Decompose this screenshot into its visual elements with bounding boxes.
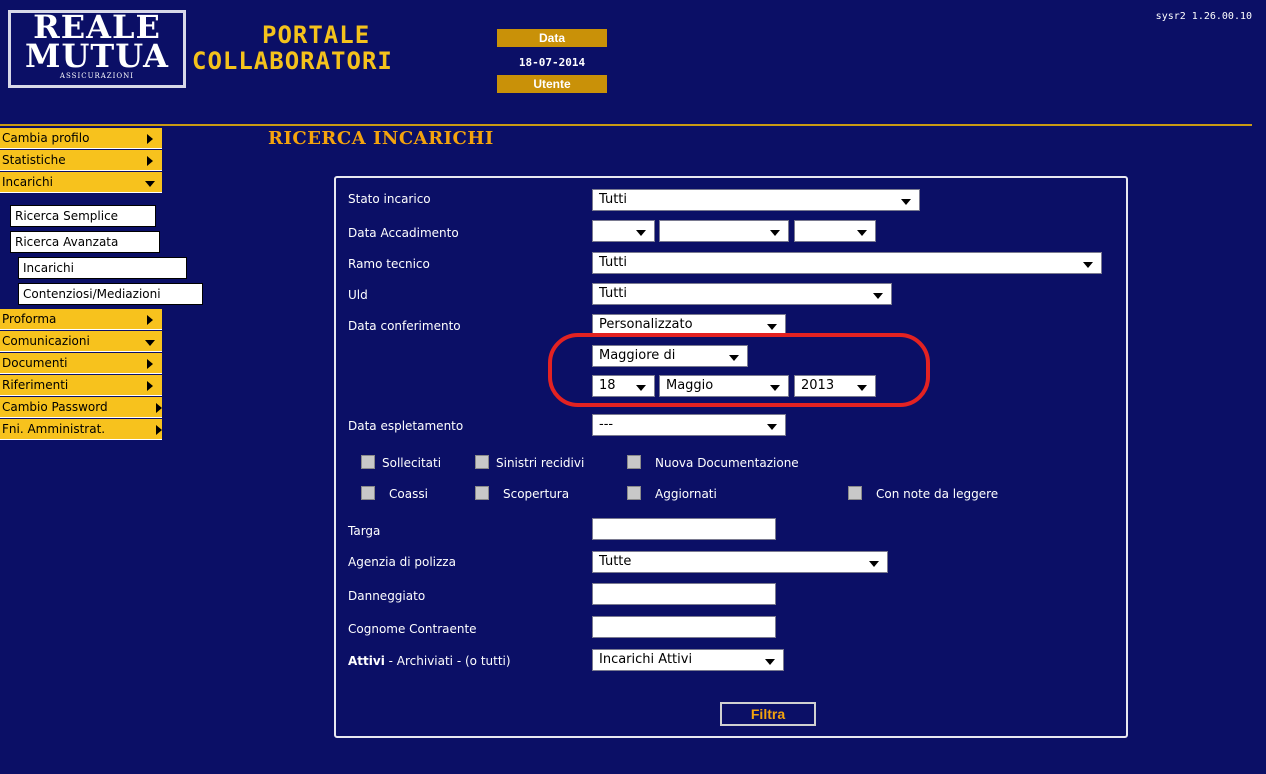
stato-incarico-select[interactable]: Tutti (592, 189, 920, 211)
chevron-down-icon (857, 385, 867, 391)
data-accadimento-label: Data Accadimento (348, 226, 459, 240)
arrow-down-icon (145, 181, 155, 187)
cognome-contraente-input[interactable] (592, 616, 776, 638)
agenzia-polizza-label: Agenzia di polizza (348, 555, 456, 569)
ramo-tecnico-label: Ramo tecnico (348, 257, 430, 271)
chevron-down-icon (729, 355, 739, 361)
menu-fni-amministrat[interactable]: Fni. Amministrat. (0, 419, 162, 440)
uld-select[interactable]: Tutti (592, 283, 892, 305)
data-conferimento-operator-select[interactable]: Maggiore di (592, 345, 748, 367)
coassi-label: Coassi (389, 487, 428, 501)
filtra-button[interactable]: Filtra (720, 702, 816, 726)
data-conferimento-year-select[interactable]: 2013 (794, 375, 876, 397)
reale-mutua-logo: REALE MUTUA ASSICURAZIONI (8, 10, 186, 88)
chevron-down-icon (765, 659, 775, 665)
attivi-label: Attivi - Archiviati - (o tutti) (348, 654, 511, 668)
sinistri-recidivi-label: Sinistri recidivi (496, 456, 585, 470)
danneggiato-input[interactable] (592, 583, 776, 605)
chevron-down-icon (869, 561, 879, 567)
data-espletamento-label: Data espletamento (348, 419, 464, 433)
chevron-down-icon (770, 230, 780, 236)
arrow-right-icon (147, 315, 153, 325)
targa-label: Targa (348, 524, 381, 538)
menu-statistiche[interactable]: Statistiche (0, 150, 162, 171)
menu-cambio-password[interactable]: Cambio Password (0, 397, 162, 418)
menu-proforma[interactable]: Proforma (0, 309, 162, 330)
data-conferimento-month-select[interactable]: Maggio (659, 375, 789, 397)
agenzia-polizza-select[interactable]: Tutte (592, 551, 888, 573)
aggiornati-label: Aggiornati (655, 487, 717, 501)
chevron-down-icon (636, 230, 646, 236)
user-badge: Utente (497, 75, 607, 93)
data-conferimento-day-select[interactable]: 18 (592, 375, 655, 397)
menu-sub-incarichi[interactable]: Incarichi (18, 257, 187, 279)
chevron-down-icon (636, 385, 646, 391)
targa-input[interactable] (592, 518, 776, 540)
chevron-down-icon (1083, 262, 1093, 268)
stato-incarico-label: Stato incarico (348, 192, 431, 206)
current-date: 18-07-2014 (518, 56, 586, 69)
sollecitati-checkbox[interactable] (361, 455, 375, 469)
page-title: RICERCA INCARICHI (268, 128, 494, 149)
menu-incarichi[interactable]: Incarichi (0, 172, 162, 193)
chevron-down-icon (767, 324, 777, 330)
arrow-down-icon (145, 340, 155, 346)
chevron-down-icon (901, 199, 911, 205)
scopertura-label: Scopertura (503, 487, 570, 501)
chevron-down-icon (873, 293, 883, 299)
coassi-checkbox[interactable] (361, 486, 375, 500)
arrow-right-icon (156, 403, 162, 413)
uld-label: Uld (348, 288, 368, 302)
danneggiato-label: Danneggiato (348, 589, 426, 603)
sollecitati-label: Sollecitati (382, 456, 442, 470)
header-divider (0, 124, 1252, 126)
ramo-tecnico-select[interactable]: Tutti (592, 252, 1102, 274)
menu-documenti[interactable]: Documenti (0, 353, 162, 374)
menu-riferimenti[interactable]: Riferimenti (0, 375, 162, 396)
nuova-documentazione-label: Nuova Documentazione (655, 456, 799, 470)
portal-title: PORTALE COLLABORATORI (192, 21, 393, 75)
menu-contenziosi-mediazioni[interactable]: Contenziosi/Mediazioni (18, 283, 203, 305)
data-accadimento-year-select[interactable] (794, 220, 876, 242)
arrow-right-icon (147, 156, 153, 166)
menu-ricerca-avanzata[interactable]: Ricerca Avanzata (10, 231, 160, 253)
arrow-right-icon (156, 425, 162, 435)
chevron-down-icon (857, 230, 867, 236)
data-accadimento-month-select[interactable] (659, 220, 789, 242)
nuova-documentazione-checkbox[interactable] (627, 455, 641, 469)
version-label: sysr2 1.26.00.10 (1155, 11, 1252, 22)
chevron-down-icon (770, 385, 780, 391)
scopertura-checkbox[interactable] (475, 486, 489, 500)
arrow-right-icon (147, 381, 153, 391)
cognome-contraente-label: Cognome Contraente (348, 622, 477, 636)
sinistri-recidivi-checkbox[interactable] (475, 455, 489, 469)
con-note-checkbox[interactable] (848, 486, 862, 500)
menu-cambia-profilo[interactable]: Cambia profilo (0, 128, 162, 149)
menu-comunicazioni[interactable]: Comunicazioni (0, 331, 162, 352)
date-badge: Data (497, 29, 607, 47)
data-conferimento-label: Data conferimento (348, 319, 461, 333)
aggiornati-checkbox[interactable] (627, 486, 641, 500)
menu-ricerca-semplice[interactable]: Ricerca Semplice (10, 205, 156, 227)
data-accadimento-day-select[interactable] (592, 220, 655, 242)
con-note-label: Con note da leggere (876, 487, 999, 501)
chevron-down-icon (767, 424, 777, 430)
arrow-right-icon (147, 134, 153, 144)
attivi-select[interactable]: Incarichi Attivi (592, 649, 784, 671)
arrow-right-icon (147, 359, 153, 369)
data-espletamento-select[interactable]: --- (592, 414, 786, 436)
